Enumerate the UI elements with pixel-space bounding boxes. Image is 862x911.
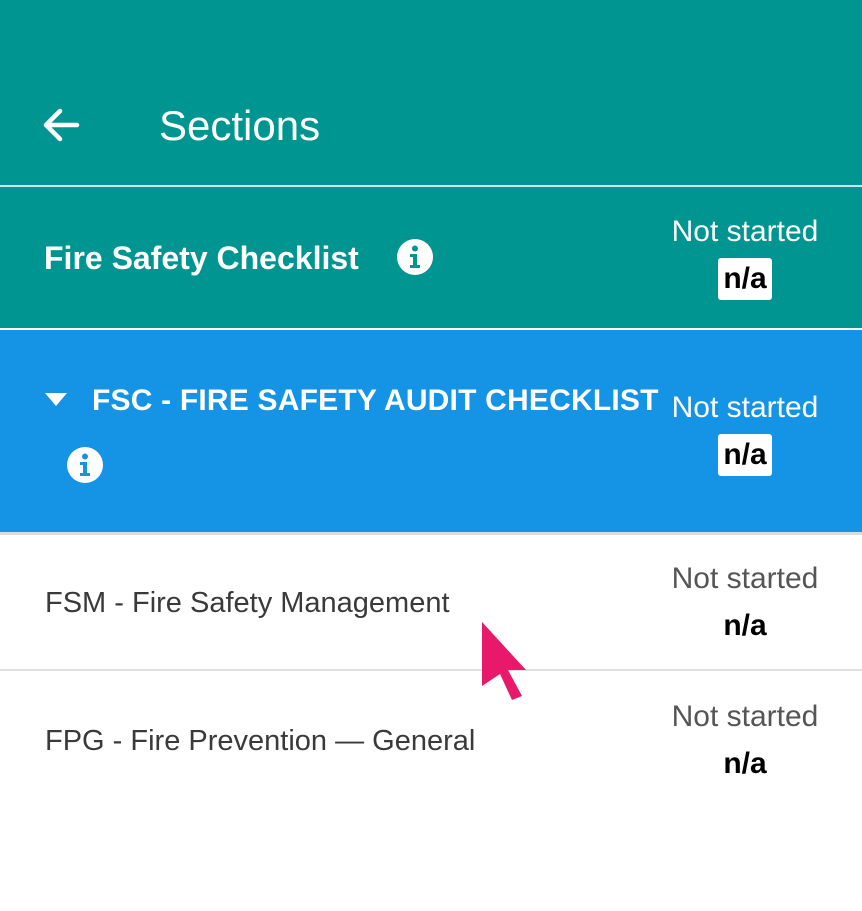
arrow-left-icon (43, 108, 80, 142)
list-item[interactable]: FPG - Fire Prevention — General Not star… (0, 671, 862, 807)
section-title: FSC - FIRE SAFETY AUDIT CHECKLIST (92, 384, 659, 417)
app-bar: Sections (0, 0, 862, 187)
score-badge: n/a (718, 434, 772, 476)
checklist-status: Not started n/a (660, 214, 830, 300)
item-status: Not started n/a (660, 699, 830, 785)
caret-down-icon[interactable] (45, 393, 67, 406)
item-title: FPG - Fire Prevention — General (45, 725, 476, 757)
item-title: FSM - Fire Safety Management (45, 587, 450, 619)
status-text: Not started (671, 391, 819, 424)
status-text: Not started (671, 700, 819, 733)
checklist-title: Fire Safety Checklist (44, 240, 359, 276)
status-text: Not started (671, 562, 819, 595)
section-status: Not started n/a (660, 390, 830, 476)
page-title: Sections (159, 102, 321, 149)
score-badge: n/a (723, 747, 767, 780)
pointer-cursor-icon (482, 622, 526, 700)
status-text: Not started (671, 215, 819, 248)
item-status: Not started n/a (660, 561, 830, 647)
list-item[interactable]: FSM - Fire Safety Management Not started… (0, 535, 862, 671)
info-icon[interactable] (396, 238, 434, 276)
score-badge: n/a (718, 258, 772, 300)
info-icon[interactable] (66, 446, 104, 484)
back-button[interactable] (38, 102, 84, 148)
score-badge: n/a (723, 609, 767, 642)
